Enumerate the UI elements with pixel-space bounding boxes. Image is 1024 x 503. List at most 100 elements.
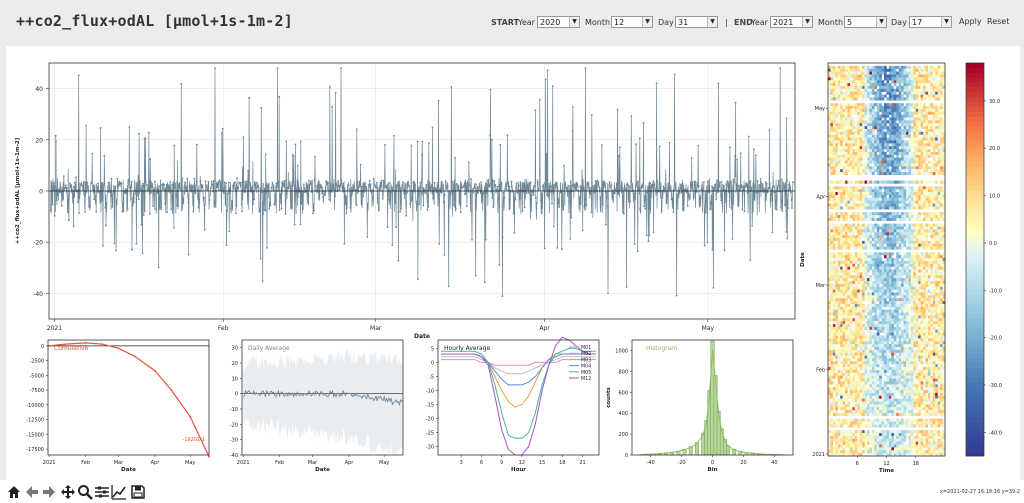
flux-point: [79, 192, 81, 195]
heatmap-cell: [888, 289, 892, 293]
heatmap-cell: [906, 172, 909, 176]
heatmap-cell: [852, 226, 856, 230]
heatmap-cell: [832, 278, 836, 282]
heatmap-cell: [901, 123, 904, 127]
heatmap-cell: [879, 246, 882, 250]
flux-point: [617, 154, 620, 157]
heatmap-cell: [920, 180, 924, 184]
heatmap-cell: [857, 272, 860, 276]
heatmap-cell: [930, 77, 934, 81]
flux-point: [141, 182, 144, 185]
end-month-select[interactable]: 5 ▼: [844, 15, 887, 29]
heatmap-cell: [937, 80, 941, 84]
flux-point: [244, 181, 247, 183]
end-year-select[interactable]: 2021 ▼: [770, 15, 813, 29]
start-month-select[interactable]: 12 ▼: [611, 15, 653, 29]
heatmap-cell: [927, 263, 931, 267]
heatmap-cell: [930, 197, 934, 201]
apply-button[interactable]: Apply: [959, 17, 982, 26]
heatmap-cell: [857, 157, 860, 161]
heatmap-cell: [935, 212, 938, 216]
heatmap-cell: [896, 252, 899, 256]
flux-point: [503, 196, 506, 199]
flux-point: [381, 198, 384, 200]
heatmap-cell: [937, 157, 941, 161]
heatmap-cell: [937, 275, 941, 279]
flux-point: [75, 176, 77, 179]
heatmap-cell: [891, 143, 895, 147]
heatmap-cell: [867, 106, 870, 110]
heatmap-cell: [927, 149, 931, 153]
start-day-select[interactable]: 31 ▼: [675, 15, 718, 29]
heatmap-cell: [832, 163, 836, 167]
heatmap-cell: [898, 215, 902, 219]
heatmap-cell: [913, 169, 916, 173]
heatmap-cell: [832, 71, 836, 75]
heatmap-cell: [901, 272, 904, 276]
heatmap-cell: [932, 123, 936, 127]
heatmap-cell: [847, 206, 851, 210]
heatmap-cell: [937, 68, 941, 72]
heatmap-cell: [886, 140, 890, 144]
heatmap-cell: [910, 246, 914, 250]
hourly-average-chart: 50-5-10-15-20-25-303 6 9 12 15 18 21Hourly Ave…: [426, 336, 600, 473]
heatmap-cell: [876, 74, 880, 78]
flux-point: [201, 184, 204, 187]
flux-point: [755, 191, 758, 194]
heatmap-cell: [832, 232, 836, 236]
heatmap-cell: [842, 246, 846, 250]
heatmap-cell: [874, 123, 877, 127]
heatmap-cell: [876, 212, 880, 216]
heatmap-cell: [835, 94, 838, 98]
heatmap-cell: [835, 260, 838, 264]
heatmap-cell: [835, 154, 838, 158]
heatmap-cell: [906, 252, 909, 256]
heatmap-cell: [930, 83, 934, 87]
heatmap-cell: [847, 94, 851, 98]
heatmap-cell: [925, 240, 929, 244]
heatmap-cell: [937, 154, 941, 158]
heatmap-cell: [852, 137, 856, 141]
heatmap-cell: [845, 91, 848, 95]
heatmap-cell: [910, 255, 914, 259]
heatmap-cell: [862, 212, 865, 216]
heatmap-cell: [886, 223, 890, 227]
heatmap-cell: [935, 229, 938, 233]
heatmap-cell: [908, 120, 912, 124]
heatmap-cell: [940, 123, 943, 127]
heatmap-cell: [896, 103, 899, 107]
heatmap-cell: [849, 120, 853, 124]
heatmap-cell: [835, 149, 838, 153]
heatmap-cell: [937, 286, 941, 290]
heatmap-cell: [876, 83, 880, 87]
heatmap-cell: [918, 160, 921, 164]
heatmap-cell: [869, 114, 873, 118]
heatmap-cell: [898, 252, 902, 256]
heatmap-cell: [898, 120, 902, 124]
heatmap-cell: [876, 88, 880, 92]
heatmap-cell: [906, 71, 909, 75]
heatmap-cell: [874, 258, 877, 262]
flux-point: [534, 197, 537, 199]
heatmap-cell: [835, 266, 838, 270]
heatmap-cell: [906, 272, 909, 276]
heatmap-cell: [937, 243, 941, 247]
heatmap-cell: [901, 192, 904, 196]
heatmap-cell: [925, 206, 929, 210]
heatmap-cell: [920, 217, 924, 221]
heatmap-cell: [871, 103, 875, 107]
heatmap-cell: [930, 206, 934, 210]
heatmap-cell: [915, 74, 919, 78]
end-day-select[interactable]: 17 ▼: [909, 15, 952, 29]
heatmap-cell: [864, 154, 868, 158]
reset-button[interactable]: Reset: [987, 17, 1009, 26]
heatmap-cell: [903, 172, 907, 176]
flux-point: [442, 201, 445, 204]
heatmap-cell: [874, 283, 877, 287]
heatmap-cell: [859, 111, 863, 115]
heatmap-cell: [930, 123, 934, 127]
heatmap-cell: [849, 94, 853, 98]
legend-entry: M02: [581, 351, 591, 357]
start-year-select[interactable]: 2020 ▼: [537, 15, 580, 29]
heatmap-cell: [881, 246, 885, 250]
